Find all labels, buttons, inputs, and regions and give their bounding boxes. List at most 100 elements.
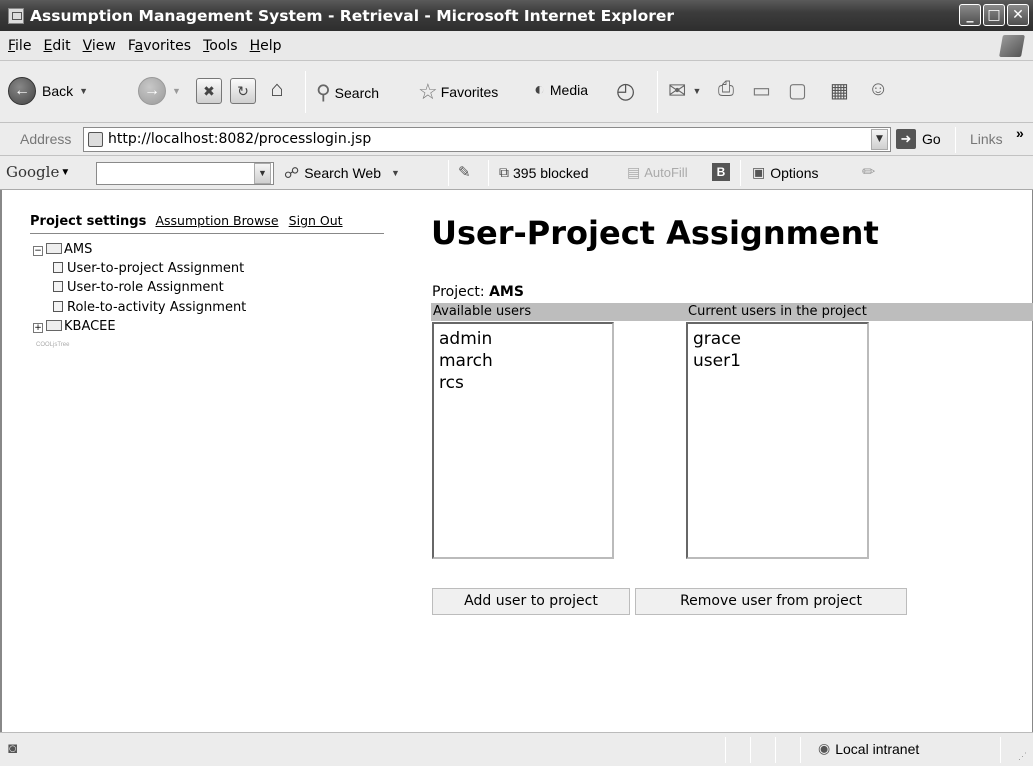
- folder-closed-icon: [46, 320, 62, 331]
- menu-file[interactable]: File: [0, 38, 37, 54]
- resize-grip-icon[interactable]: ⋰: [1018, 751, 1027, 762]
- current-users-header: Current users in the project: [688, 304, 867, 319]
- title-bar: Assumption Management System - Retrieval…: [0, 0, 1033, 31]
- address-input[interactable]: http://localhost:8082/processlogin.jsp ▼: [83, 127, 891, 152]
- research-button[interactable]: ▦: [830, 78, 849, 103]
- tree-node-kbacee[interactable]: + KBACEE: [33, 319, 116, 334]
- messenger-button[interactable]: ☺: [868, 78, 888, 101]
- google-search-input[interactable]: ▼: [96, 162, 274, 185]
- close-button[interactable]: ✕: [1007, 4, 1029, 26]
- favorites-button[interactable]: ☆ Favorites: [418, 79, 498, 105]
- security-zone[interactable]: ◉ Local intranet: [818, 740, 919, 757]
- messenger-icon: ☺: [868, 78, 889, 100]
- tree-node-ams[interactable]: − AMS: [33, 242, 92, 257]
- expand-icon[interactable]: +: [33, 323, 43, 333]
- options-button[interactable]: ▣ Options: [752, 164, 818, 181]
- back-dropdown-icon[interactable]: ▼: [79, 86, 88, 96]
- project-name: AMS: [489, 284, 524, 300]
- menu-view[interactable]: View: [77, 38, 122, 54]
- tree-item-user-to-role[interactable]: User-to-role Assignment: [53, 280, 224, 295]
- stop-icon: ✖: [196, 78, 222, 104]
- remove-user-button[interactable]: Remove user from project: [635, 588, 907, 615]
- tree-item-role-to-activity[interactable]: Role-to-activity Assignment: [53, 300, 246, 315]
- address-label: Address: [20, 131, 72, 147]
- search-web-dropdown-icon[interactable]: ▼: [391, 168, 400, 178]
- options-icon: ▣: [752, 164, 766, 180]
- tree-item-user-to-project[interactable]: User-to-project Assignment: [53, 261, 244, 276]
- home-button[interactable]: ⌂: [264, 77, 290, 103]
- google-menu-button[interactable]: Google ▼: [6, 163, 70, 181]
- current-users-list[interactable]: grace user1: [686, 322, 869, 559]
- ie-window-icon[interactable]: [8, 7, 24, 24]
- forward-button[interactable]: → ▼: [138, 77, 181, 105]
- list-option[interactable]: rcs: [439, 372, 607, 394]
- back-button[interactable]: ← Back ▼: [8, 77, 88, 105]
- google-input-dropdown-icon[interactable]: ▼: [254, 163, 271, 184]
- menu-edit[interactable]: Edit: [37, 38, 76, 54]
- google-dropdown-icon: ▼: [60, 166, 71, 178]
- links-chevron-icon[interactable]: »: [1016, 125, 1024, 141]
- list-option[interactable]: user1: [693, 350, 862, 372]
- discuss-icon: ▢: [788, 80, 807, 102]
- blogger-icon[interactable]: B: [712, 163, 730, 181]
- links-button[interactable]: Links: [970, 131, 1003, 147]
- available-users-header: Available users: [433, 304, 532, 319]
- sign-out-link[interactable]: Sign Out: [289, 213, 343, 228]
- refresh-button[interactable]: ↻: [230, 78, 256, 104]
- media-button[interactable]: ◐ Media: [534, 79, 588, 100]
- history-icon: ◴: [616, 78, 636, 103]
- mail-dropdown-icon[interactable]: ▼: [692, 86, 701, 96]
- google-toolbar: Google ▼ ▼ ☍ Search Web ▼ ✎ ⧉ 395 blocke…: [0, 156, 1033, 190]
- search-web-button[interactable]: ☍ Search Web ▼: [284, 164, 400, 182]
- list-option[interactable]: grace: [693, 328, 862, 350]
- go-arrow-icon: ➜: [896, 129, 916, 149]
- go-button[interactable]: ➜ Go: [896, 129, 941, 149]
- window-title: Assumption Management System - Retrieval…: [30, 6, 675, 25]
- standard-toolbar: ← Back ▼ → ▼ ✖ ↻ ⌂ ⚲ Search ☆ Favorites …: [0, 61, 1033, 123]
- news-icon[interactable]: ✎: [458, 163, 471, 181]
- forward-arrow-icon: →: [138, 77, 166, 105]
- add-user-button[interactable]: Add user to project: [432, 588, 630, 615]
- menu-bar: File Edit View Favorites Tools Help: [0, 31, 1033, 61]
- media-icon: ◐: [534, 79, 545, 99]
- refresh-icon: ↻: [230, 78, 256, 104]
- nav-divider: [30, 233, 384, 234]
- history-button[interactable]: ◴: [616, 78, 635, 104]
- document-icon: [53, 301, 63, 312]
- edit-icon: ▭: [752, 80, 771, 102]
- stop-button[interactable]: ✖: [196, 78, 222, 104]
- document-icon: [53, 281, 63, 292]
- search-button[interactable]: ⚲ Search: [316, 80, 379, 105]
- assumption-browse-link[interactable]: Assumption Browse: [155, 213, 278, 228]
- print-button[interactable]: ⎙: [718, 78, 734, 101]
- discuss-button[interactable]: ▢: [788, 78, 807, 103]
- list-option[interactable]: admin: [439, 328, 607, 350]
- autofill-button[interactable]: ▤ AutoFill: [627, 164, 688, 181]
- popup-blocker-button[interactable]: ⧉ 395 blocked: [499, 164, 589, 181]
- document-icon: [53, 262, 63, 273]
- windows-logo-icon: [999, 35, 1025, 57]
- intranet-icon: ◉: [818, 740, 831, 756]
- maximize-button[interactable]: □: [983, 4, 1005, 26]
- page-icon: [88, 132, 103, 147]
- search-icon: ⚲: [316, 82, 331, 104]
- project-line: Project: AMS: [432, 284, 524, 300]
- menu-help[interactable]: Help: [244, 38, 288, 54]
- address-dropdown-icon[interactable]: ▼: [871, 129, 888, 150]
- forward-dropdown-icon[interactable]: ▼: [172, 86, 181, 96]
- top-nav: Project settings Assumption Browse Sign …: [30, 213, 343, 229]
- list-option[interactable]: march: [439, 350, 607, 372]
- popup-blocker-icon: ⧉: [499, 164, 509, 180]
- research-icon: ▦: [830, 80, 849, 102]
- page-status-icon: ◙: [8, 740, 18, 757]
- status-bar: ◙ ◉ Local intranet ⋰: [0, 732, 1033, 766]
- minimize-button[interactable]: _: [959, 4, 981, 26]
- available-users-list[interactable]: admin march rcs: [432, 322, 614, 559]
- collapse-icon[interactable]: −: [33, 246, 43, 256]
- edit-button[interactable]: ▭: [752, 78, 771, 103]
- mail-icon: ✉: [668, 78, 687, 103]
- menu-tools[interactable]: Tools: [197, 38, 244, 54]
- menu-favorites[interactable]: Favorites: [122, 38, 197, 54]
- mail-button[interactable]: ✉ ▼: [668, 78, 701, 104]
- highlighter-icon[interactable]: ✏: [862, 162, 875, 182]
